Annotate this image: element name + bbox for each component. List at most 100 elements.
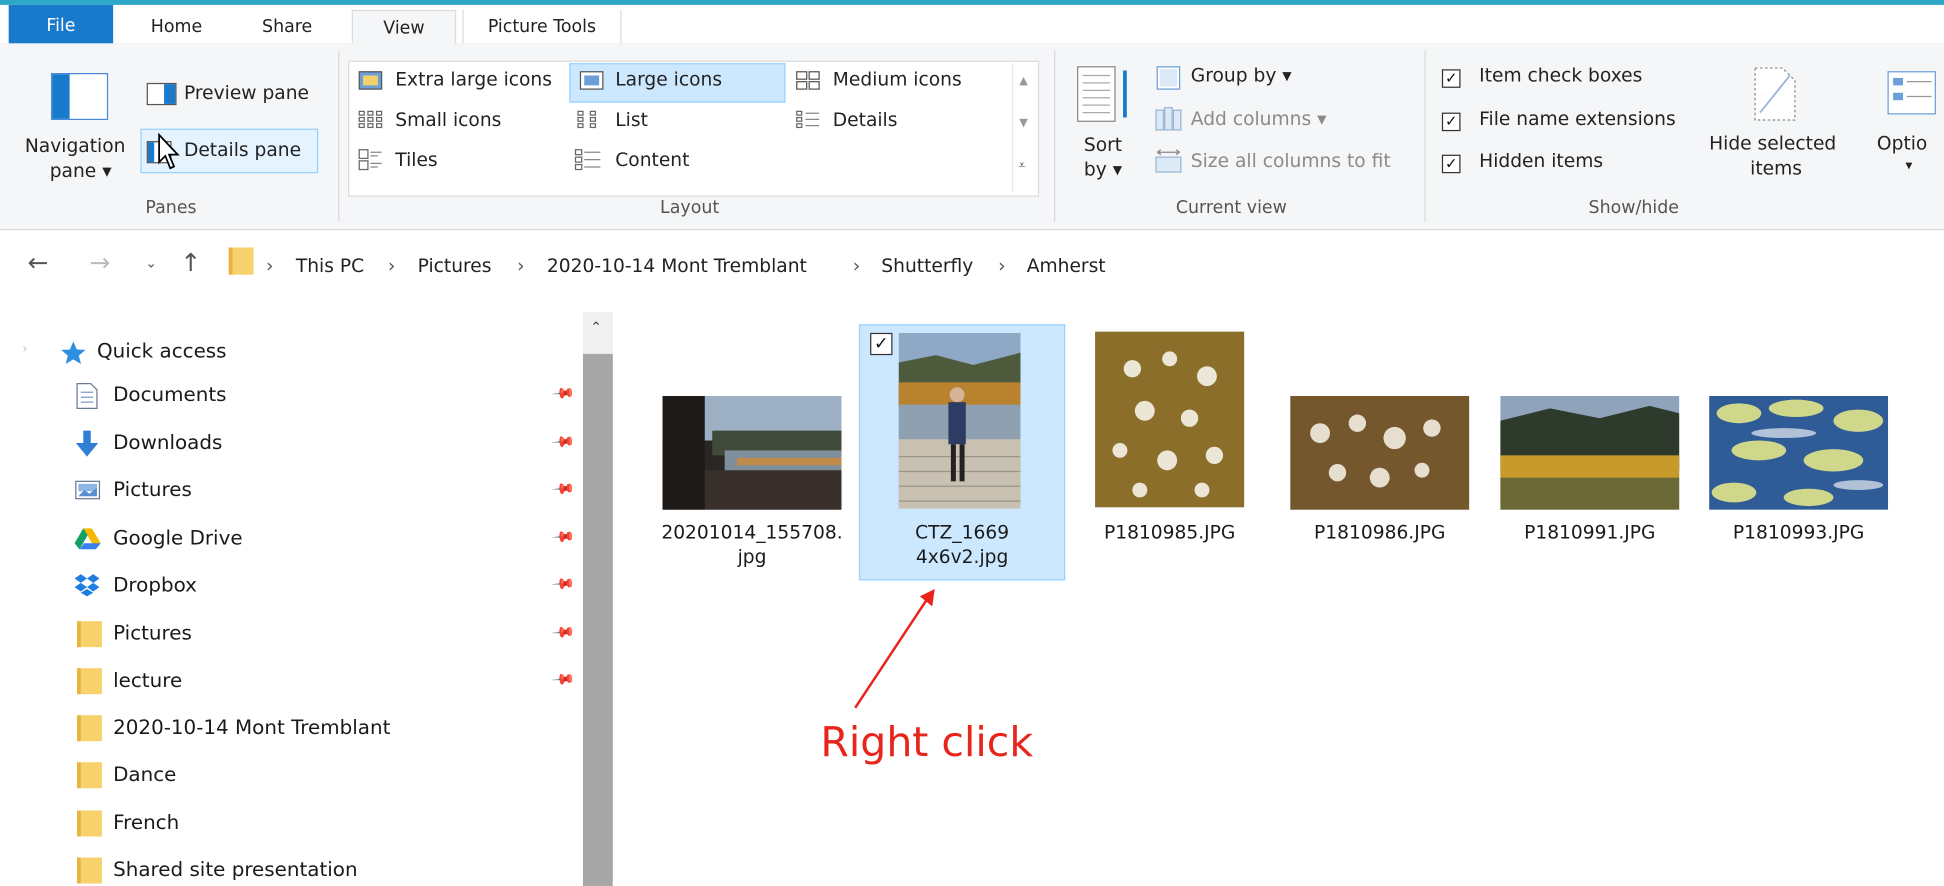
sidebar-item-label: 2020-10-14 Mont Tremblant [113, 715, 391, 739]
tab-home[interactable]: Home [137, 10, 217, 45]
hide-selected-items-sub: items [1750, 157, 1803, 180]
up-arrow-icon[interactable]: ↑ [180, 247, 201, 277]
forward-arrow-icon[interactable]: → [89, 247, 110, 277]
sidebar-item-pictures[interactable]: Pictures 📌 [75, 473, 578, 513]
breadcrumb-separator: › [998, 254, 1006, 278]
file-item[interactable]: P1810986.JPG [1287, 324, 1473, 584]
file-item[interactable]: P1810993.JPG [1705, 324, 1891, 584]
folder-icon [77, 668, 102, 695]
folder-icon [77, 762, 102, 789]
options-button[interactable]: Optio [1877, 132, 1927, 154]
sort-by-button[interactable]: Sort [1084, 134, 1122, 156]
navigation-pane-scrollbar[interactable]: ⌃ [582, 311, 613, 886]
size-columns-button[interactable]: Size all columns to fit [1191, 150, 1391, 172]
item-check-boxes-label: Item check boxes [1479, 64, 1643, 87]
file-item[interactable]: 20201014_155708. jpg [659, 324, 845, 584]
pin-icon[interactable]: 📌 [551, 667, 576, 692]
ribbon-view: Navigation pane ▾ Preview pane Details p… [0, 43, 1944, 231]
sidebar-item-label: Downloads [113, 430, 223, 455]
expand-chevron-icon[interactable]: › [22, 343, 27, 357]
large-icons-icon [579, 71, 604, 90]
options-icon [1887, 71, 1936, 115]
large-icons-option[interactable]: Large icons [615, 68, 722, 90]
sidebar-item-label: Documents [113, 382, 227, 406]
photo-thumbnail [1290, 395, 1470, 510]
item-checkbox[interactable]: ✓ [870, 332, 893, 356]
tab-share[interactable]: Share [242, 10, 331, 45]
navigation-pane-icon[interactable] [50, 73, 109, 121]
sidebar-item-pictures-folder[interactable]: Pictures 📌 [75, 616, 578, 656]
pin-icon[interactable]: 📌 [551, 476, 576, 501]
sidebar-item-shared-site-presentation[interactable]: Shared site presentation [75, 853, 578, 886]
medium-icons-option[interactable]: Medium icons [833, 68, 962, 90]
sidebar-item-label: Shared site presentation [113, 857, 358, 882]
scrollbar-thumb[interactable] [582, 353, 613, 886]
breadcrumb-separator: › [852, 254, 861, 278]
pictures-icon [75, 480, 101, 500]
breadcrumb-amherst[interactable]: Amherst [1027, 255, 1106, 277]
pin-icon[interactable]: 📌 [551, 571, 576, 596]
pin-icon[interactable]: 📌 [551, 524, 576, 549]
photo-thumbnail [1500, 395, 1680, 510]
hidden-items-checkbox[interactable]: ✓ [1441, 154, 1461, 174]
sort-by-dropdown[interactable]: by ▾ [1084, 158, 1122, 180]
ribbon-tab-bar: File Home Share View Picture Tools [0, 4, 1944, 50]
photo-thumbnail [1709, 395, 1889, 510]
scroll-up-chevron-icon[interactable]: ⌃ [590, 319, 601, 335]
navigation-pane-button[interactable]: Navigation [25, 135, 126, 157]
file-item[interactable]: P1810991.JPG [1497, 324, 1683, 584]
options-dropdown-arrow[interactable]: ▾ [1906, 157, 1913, 173]
back-arrow-icon[interactable]: ← [27, 247, 48, 277]
sidebar-item-documents[interactable]: Documents 📌 [75, 377, 578, 417]
content-option[interactable]: Content [615, 148, 689, 170]
hide-selected-items-button[interactable]: Hide selected [1709, 132, 1836, 154]
sidebar-item-label: Google Drive [113, 525, 243, 550]
sidebar-item-downloads[interactable]: Downloads 📌 [75, 426, 578, 466]
pin-icon[interactable]: 📌 [551, 381, 576, 406]
sidebar-item-label: French [113, 810, 180, 835]
details-option[interactable]: Details [833, 109, 898, 131]
recent-locations-chevron-icon[interactable]: ⌄ [145, 255, 156, 271]
sidebar-item-dance[interactable]: Dance [75, 757, 578, 797]
extra-large-icons-option[interactable]: Extra large icons [395, 68, 552, 90]
breadcrumb-pictures[interactable]: Pictures [418, 255, 492, 277]
tab-picture-tools[interactable]: Picture Tools [462, 9, 622, 45]
sidebar-item-google-drive[interactable]: Google Drive 📌 [74, 521, 578, 561]
file-name: P1810985.JPG [1103, 520, 1236, 544]
file-name-extensions-checkbox[interactable]: ✓ [1441, 112, 1461, 132]
small-icons-option[interactable]: Small icons [395, 109, 501, 131]
navigation-pane-dropdown[interactable]: pane ▾ [50, 160, 112, 182]
extra-large-icons-icon [358, 71, 383, 90]
list-option[interactable]: List [615, 109, 648, 131]
sidebar-item-dropbox[interactable]: Dropbox 📌 [74, 568, 578, 608]
add-columns-button[interactable]: Add columns ▾ [1191, 108, 1327, 130]
pin-icon[interactable]: 📌 [551, 429, 576, 454]
file-name: 20201014_155708. [661, 520, 843, 544]
breadcrumb-shutterfly[interactable]: Shutterfly [881, 255, 973, 277]
tiles-option[interactable]: Tiles [395, 148, 437, 170]
file-item-selected[interactable]: ✓ CTZ_1669 4x6v2.jpg [858, 324, 1066, 581]
breadcrumb-mont-tremblant[interactable]: 2020-10-14 Mont Tremblant [547, 255, 807, 277]
breadcrumb-separator: › [517, 254, 525, 278]
show-hide-group-label: Show/hide [1588, 197, 1680, 218]
add-columns-icon [1155, 107, 1182, 131]
file-item[interactable]: P1810985.JPG [1076, 324, 1262, 584]
file-name: P1810991.JPG [1524, 520, 1656, 544]
folder-icon [77, 715, 102, 742]
sidebar-item-mont-tremblant[interactable]: 2020-10-14 Mont Tremblant [75, 710, 578, 750]
item-check-boxes-checkbox[interactable]: ✓ [1441, 69, 1461, 88]
pin-icon[interactable]: 📌 [551, 620, 576, 645]
group-by-button[interactable]: Group by ▾ [1191, 64, 1292, 86]
folder-icon [228, 247, 254, 275]
preview-pane-button[interactable]: Preview pane [184, 82, 309, 104]
hidden-items-label: Hidden items [1479, 149, 1604, 172]
sidebar-item-lecture[interactable]: lecture 📌 [75, 663, 578, 703]
breadcrumb-this-pc[interactable]: This PC [296, 255, 364, 277]
sidebar-item-french[interactable]: French [75, 806, 578, 846]
folder-icon [77, 810, 102, 837]
layout-gallery-scroller[interactable]: ▲ ▼ ⩡ [1011, 63, 1036, 192]
sidebar-item-label: Dance [113, 762, 177, 786]
tab-file[interactable]: File [8, 4, 114, 49]
quick-access-label[interactable]: Quick access [97, 339, 227, 363]
sidebar-item-label: Pictures [113, 621, 192, 645]
